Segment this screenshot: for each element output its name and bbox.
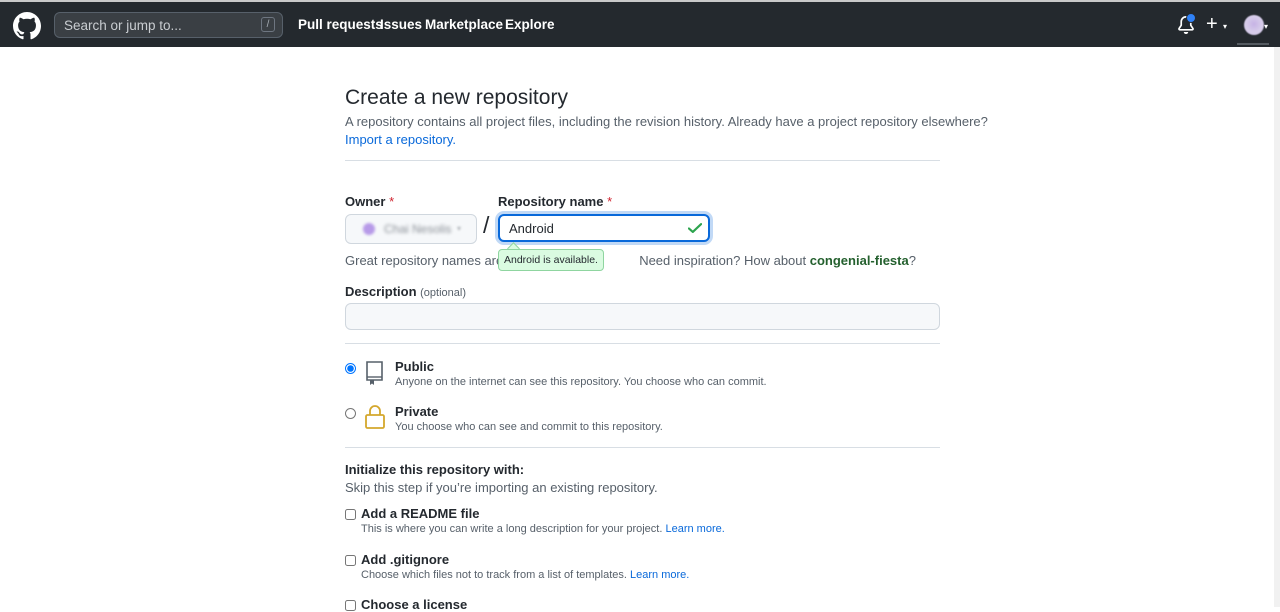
repo-icon <box>366 361 383 385</box>
public-radio[interactable] <box>345 363 356 374</box>
search-placeholder: Search or jump to... <box>64 18 182 33</box>
choose-license-title: Choose a license <box>361 597 468 612</box>
nav-marketplace[interactable]: Marketplace <box>425 17 503 32</box>
readme-desc-text: This is where you can write a long descr… <box>361 523 663 535</box>
avatar-underline <box>1237 43 1269 45</box>
optional-tag: (optional) <box>420 287 466 299</box>
public-title: Public <box>395 359 435 374</box>
lock-icon <box>365 405 385 429</box>
required-mark: * <box>389 194 395 209</box>
divider <box>345 447 940 448</box>
private-title: Private <box>395 404 439 419</box>
init-section-title: Initialize this repository with: <box>345 462 525 477</box>
owner-chevron-down-icon: ▾ <box>457 224 462 233</box>
github-logo-icon[interactable] <box>13 12 41 40</box>
init-section-subtitle: Skip this step if you’re importing an ex… <box>345 480 658 495</box>
owner-repo-separator: / <box>483 212 490 238</box>
divider <box>345 343 940 344</box>
owner-label: Owner * <box>345 194 394 209</box>
add-readme-title: Add a README file <box>361 506 480 521</box>
global-search[interactable]: Search or jump to... / <box>54 12 283 38</box>
repo-name-hint: Great repository names are sh Need inspi… <box>345 253 916 268</box>
suggested-name[interactable]: congenial-fiesta <box>810 253 909 268</box>
gitignore-desc-text: Choose which files not to track from a l… <box>361 569 627 581</box>
page-title: Create a new repository <box>345 86 568 109</box>
user-avatar[interactable] <box>1244 15 1264 35</box>
create-menu-chevron-down-icon[interactable]: ▾ <box>1223 22 1227 31</box>
search-shortcut-badge: / <box>261 17 275 32</box>
owner-avatar <box>363 223 375 235</box>
add-gitignore-description: Choose which files not to track from a l… <box>361 569 689 581</box>
description-input[interactable] <box>345 303 940 330</box>
private-radio[interactable] <box>345 408 356 419</box>
hint-suffix: Need inspiration? How about <box>635 253 810 268</box>
repository-name-input[interactable] <box>498 214 710 242</box>
owner-select[interactable]: Chai Nesolis ▾ <box>345 214 477 244</box>
divider <box>345 160 940 161</box>
notification-indicator <box>1186 13 1196 23</box>
nav-pull-requests[interactable]: Pull requests <box>298 17 383 32</box>
owner-label-text: Owner <box>345 194 386 209</box>
repo-name-label-text: Repository name <box>498 194 604 209</box>
hint-end: ? <box>908 253 916 268</box>
add-readme-description: This is where you can write a long descr… <box>361 523 725 535</box>
owner-name: Chai Nesolis <box>384 222 452 236</box>
nav-explore[interactable]: Explore <box>505 17 555 32</box>
hint-prefix: Great repository names are sh <box>345 253 521 268</box>
description-label-text: Description <box>345 284 417 299</box>
nav-issues[interactable]: Issues <box>380 17 422 32</box>
required-mark: * <box>607 194 613 209</box>
scrollbar-track[interactable] <box>1274 47 1280 607</box>
page-subtitle: A repository contains all project files,… <box>345 114 988 129</box>
choose-license-checkbox[interactable] <box>345 600 356 611</box>
create-new-plus-icon[interactable]: + <box>1206 14 1218 34</box>
repo-name-label: Repository name * <box>498 194 612 209</box>
description-label: Description (optional) <box>345 284 466 299</box>
readme-learn-more-link[interactable]: Learn more. <box>665 523 724 535</box>
gitignore-learn-more-link[interactable]: Learn more. <box>630 569 689 581</box>
add-gitignore-title: Add .gitignore <box>361 552 450 567</box>
add-readme-checkbox[interactable] <box>345 509 356 520</box>
user-menu-chevron-down-icon[interactable]: ▾ <box>1264 22 1268 31</box>
public-description: Anyone on the internet can see this repo… <box>395 376 767 388</box>
import-repository-link[interactable]: Import a repository. <box>345 132 456 147</box>
check-icon <box>688 223 702 233</box>
private-description: You choose who can see and commit to thi… <box>395 421 663 433</box>
add-gitignore-checkbox[interactable] <box>345 555 356 566</box>
global-header: Search or jump to... / Pull requests Iss… <box>0 2 1280 47</box>
availability-tooltip: Android is available. <box>498 249 604 271</box>
